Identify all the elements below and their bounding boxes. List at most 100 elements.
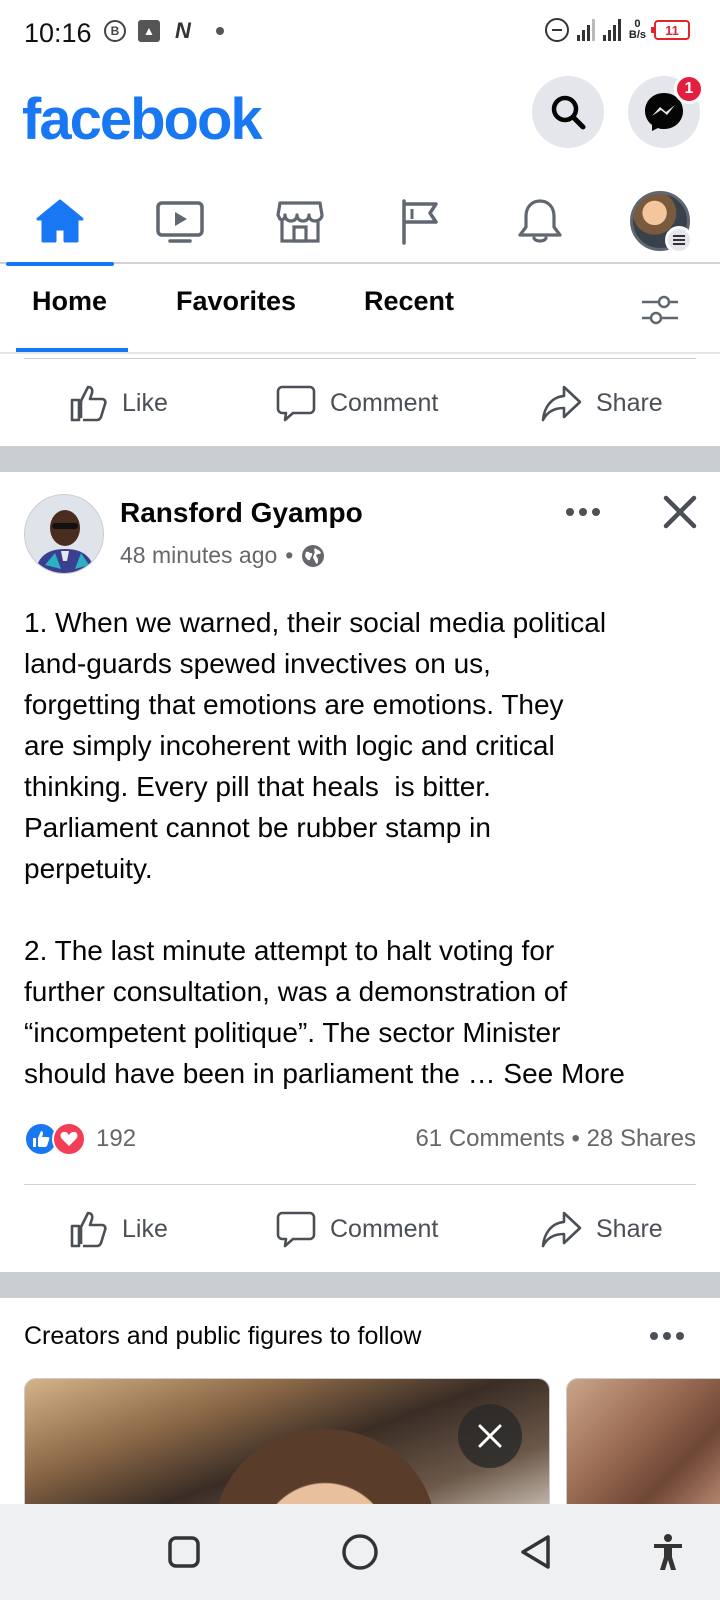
divider — [24, 1184, 696, 1185]
back-triangle-icon — [521, 1535, 550, 1569]
square-icon — [168, 1536, 200, 1568]
post-line: land-guards spewed invectives on us, — [24, 648, 491, 679]
post-line: perpetuity. — [24, 853, 153, 884]
like-icon — [70, 1211, 107, 1248]
b-app-icon: B — [104, 20, 126, 42]
tab-recent[interactable]: Recent — [364, 286, 454, 317]
post-line: further consultation, was a demonstratio… — [24, 976, 568, 1007]
reactions-summary[interactable]: 192 61 Comments • 28 Shares — [24, 1120, 696, 1160]
accessibility-icon — [654, 1534, 682, 1570]
post-line: Parliament cannot be rubber stamp in — [24, 812, 491, 843]
share-icon — [541, 1211, 582, 1248]
facebook-logo[interactable]: facebook — [22, 86, 263, 153]
globe-icon — [302, 544, 325, 567]
like-button[interactable]: Like — [68, 1209, 168, 1249]
reaction-icons — [24, 1122, 86, 1156]
share-icon — [541, 385, 582, 422]
feed-tabs: Home Favorites Recent — [0, 266, 720, 354]
share-label: Share — [596, 388, 663, 417]
post-actions: Like Comment Share — [0, 1186, 720, 1272]
more-notifications-dot — [216, 27, 224, 35]
notification-icons: B ▲ N — [104, 18, 224, 43]
post-meta: 48 minutes ago • — [120, 542, 325, 569]
video-icon — [156, 201, 204, 243]
dismiss-creator-button[interactable] — [458, 1404, 522, 1468]
hide-post-close-icon[interactable] — [662, 494, 698, 530]
main-nav — [0, 178, 720, 266]
creator-photo — [215, 1429, 435, 1507]
creators-options-button[interactable] — [650, 1332, 684, 1340]
nav-notifications[interactable] — [480, 178, 600, 264]
image-icon: ▲ — [138, 20, 160, 42]
search-icon — [551, 95, 586, 130]
nav-home[interactable] — [0, 178, 120, 266]
pages-flag-icon — [402, 199, 438, 245]
net-speed: 0 B/s — [628, 18, 646, 41]
meta-separator: • — [285, 542, 294, 568]
post-author[interactable]: Ransford Gyampo — [120, 497, 363, 529]
like-label: Like — [122, 1214, 168, 1243]
comment-label: Comment — [330, 1214, 439, 1243]
circle-icon — [342, 1534, 378, 1570]
tab-home[interactable]: Home — [32, 286, 107, 317]
post-line: are simply incoherent with logic and cri… — [24, 730, 555, 761]
messenger-badge: 1 — [674, 74, 704, 104]
post-options-button[interactable] — [566, 500, 606, 524]
menu-icon — [665, 226, 693, 254]
comments-shares-count[interactable]: 61 Comments • 28 Shares — [415, 1125, 696, 1153]
comment-button[interactable]: Comment — [276, 383, 438, 423]
creator-card-image[interactable] — [566, 1378, 720, 1508]
post-line: should have been in parliament the … See… — [24, 1058, 625, 1089]
like-button[interactable]: Like — [68, 383, 168, 423]
status-bar: 10:16 B ▲ N 0 B/s 11 — [0, 0, 720, 66]
battery-icon: 11 — [651, 20, 690, 40]
feed-separator — [0, 1272, 720, 1298]
comment-icon — [276, 385, 316, 422]
feed-separator — [0, 446, 720, 472]
tab-favorites[interactable]: Favorites — [176, 286, 296, 317]
comment-label: Comment — [330, 388, 439, 417]
signal-3g-icon — [576, 19, 595, 41]
status-right: 0 B/s 11 — [544, 18, 690, 42]
post-line: forgetting that emotions are emotions. T… — [24, 689, 564, 720]
search-button[interactable] — [532, 76, 604, 148]
like-label: Like — [122, 388, 168, 417]
back-button[interactable] — [516, 1532, 556, 1572]
marketplace-icon — [276, 201, 324, 243]
nav-video[interactable] — [120, 178, 240, 264]
comment-button[interactable]: Comment — [276, 1209, 438, 1249]
post-time[interactable]: 48 minutes ago — [120, 542, 277, 569]
accessibility-button[interactable] — [648, 1532, 688, 1572]
post-line: 1. When we warned, their social media po… — [24, 607, 607, 638]
profile-avatar — [630, 191, 693, 254]
app-header: facebook 1 — [0, 66, 720, 178]
prev-post-actions: Like Comment Share — [0, 360, 720, 446]
active-tab-indicator — [16, 348, 128, 352]
home-system-button[interactable] — [340, 1532, 380, 1572]
post-line: “incompetent politique”. The sector Mini… — [24, 1017, 561, 1048]
love-reaction-icon — [52, 1122, 86, 1156]
share-button[interactable]: Share — [540, 383, 663, 423]
signal-icon — [602, 19, 621, 41]
nav-marketplace[interactable] — [240, 178, 360, 264]
feed-filter-icon[interactable] — [640, 290, 680, 330]
share-button[interactable]: Share — [540, 1209, 663, 1249]
author-photo — [25, 495, 103, 573]
post-line: thinking. Every pill that heals is bitte… — [24, 771, 491, 802]
recents-button[interactable] — [164, 1532, 204, 1572]
see-more-link[interactable]: See More — [503, 1058, 624, 1089]
post-text: 1. When we warned, their social media po… — [24, 602, 704, 1094]
nav-menu[interactable] — [600, 178, 720, 264]
nav-pages[interactable] — [360, 178, 480, 264]
author-avatar[interactable] — [24, 494, 104, 574]
creators-section-title: Creators and public figures to follow — [24, 1322, 422, 1350]
comment-icon — [276, 1211, 316, 1248]
do-not-disturb-icon — [544, 18, 569, 42]
share-label: Share — [596, 1214, 663, 1243]
messenger-button[interactable]: 1 — [628, 74, 704, 148]
bell-icon — [518, 199, 562, 243]
system-nav-bar — [0, 1504, 720, 1600]
n-app-icon: N — [175, 18, 191, 43]
reaction-count: 192 — [96, 1125, 137, 1152]
status-time: 10:16 — [24, 18, 92, 48]
